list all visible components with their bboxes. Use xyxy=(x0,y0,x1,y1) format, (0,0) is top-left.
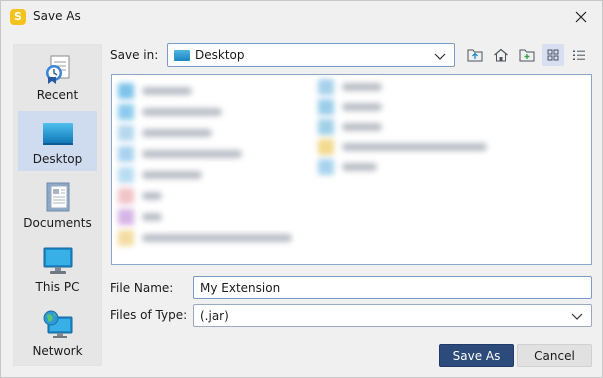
network-icon xyxy=(43,310,73,338)
save-in-label: Save in: xyxy=(110,48,159,62)
places-sidebar: Recent Desktop Documents This PC Network xyxy=(13,44,102,366)
list-item[interactable] xyxy=(318,99,388,115)
details-view-button[interactable] xyxy=(568,44,590,66)
list-item[interactable] xyxy=(118,167,218,183)
chevron-down-icon xyxy=(434,53,446,60)
list-item[interactable] xyxy=(118,83,208,99)
list-item[interactable] xyxy=(118,230,308,246)
cancel-button[interactable]: Cancel xyxy=(517,344,592,367)
list-item[interactable] xyxy=(118,125,228,141)
list-item[interactable] xyxy=(118,146,258,162)
sidebar-item-label: Desktop xyxy=(32,152,83,166)
list-item[interactable] xyxy=(318,139,493,155)
sidebar-item-label: Network xyxy=(32,344,83,358)
list-item[interactable] xyxy=(118,209,178,225)
close-icon xyxy=(575,11,587,23)
save-as-dialog: S Save As Recent Desktop Documents This … xyxy=(0,0,603,378)
list-item[interactable] xyxy=(318,159,383,175)
details-view-icon xyxy=(573,50,585,60)
chevron-down-icon xyxy=(571,313,583,320)
desktop-folder-icon xyxy=(174,50,190,61)
list-view-icon xyxy=(547,49,559,61)
save-in-value: Desktop xyxy=(195,48,245,62)
list-item[interactable] xyxy=(118,104,238,120)
up-one-level-button[interactable] xyxy=(464,44,486,66)
file-name-input[interactable] xyxy=(193,276,592,299)
list-item[interactable] xyxy=(318,119,388,135)
sidebar-item-this-pc[interactable]: This PC xyxy=(18,239,97,299)
close-button[interactable] xyxy=(566,3,596,31)
list-item[interactable] xyxy=(318,79,388,95)
save-as-button[interactable]: Save As xyxy=(439,344,514,367)
new-folder-icon xyxy=(519,49,535,62)
computer-icon xyxy=(43,247,73,274)
recent-icon xyxy=(46,55,70,84)
sidebar-item-network[interactable]: Network xyxy=(18,303,97,363)
sidebar-item-label: Documents xyxy=(23,216,92,230)
sidebar-item-label: This PC xyxy=(35,280,80,294)
home-icon xyxy=(494,48,508,62)
desktop-icon xyxy=(43,123,73,145)
file-name-label: File Name: xyxy=(110,281,174,295)
app-logo-icon: S xyxy=(10,9,26,25)
list-view-button[interactable] xyxy=(542,44,564,66)
file-type-value: (.jar) xyxy=(200,309,229,323)
dialog-title: Save As xyxy=(33,9,81,23)
title-bar: S Save As xyxy=(1,1,602,33)
new-folder-button[interactable] xyxy=(516,44,538,66)
file-list[interactable] xyxy=(111,74,592,265)
sidebar-item-recent[interactable]: Recent xyxy=(18,47,97,107)
home-button[interactable] xyxy=(490,44,512,66)
documents-icon xyxy=(46,182,70,212)
sidebar-item-desktop[interactable]: Desktop xyxy=(18,111,97,171)
file-type-dropdown[interactable]: (.jar) xyxy=(193,304,592,327)
list-item[interactable] xyxy=(118,188,178,204)
sidebar-item-label: Recent xyxy=(36,88,79,102)
file-type-label: Files of Type: xyxy=(110,308,188,322)
save-in-dropdown[interactable]: Desktop xyxy=(167,43,455,67)
up-folder-icon xyxy=(467,49,483,62)
sidebar-item-documents[interactable]: Documents xyxy=(18,175,97,235)
